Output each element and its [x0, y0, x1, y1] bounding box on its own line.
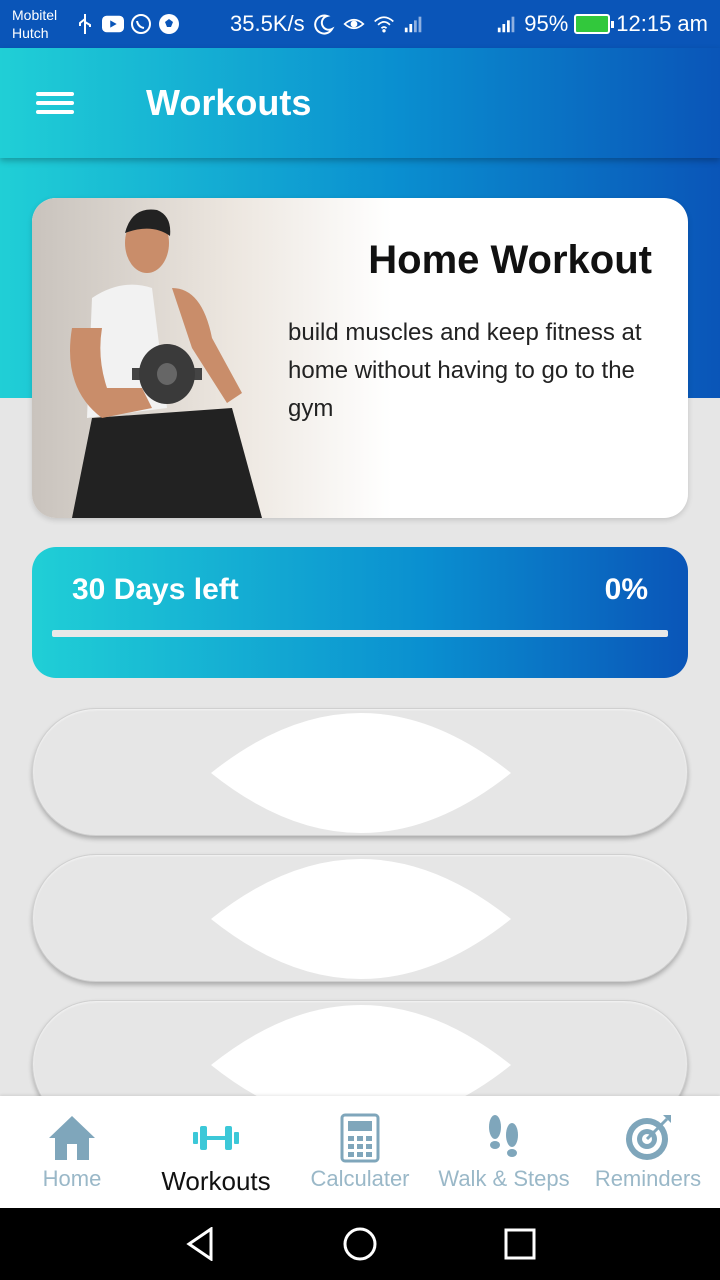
- battery-icon: [574, 14, 615, 34]
- nav-calculator-label: Calculater: [310, 1166, 410, 1191]
- carrier-1: Mobitel: [12, 7, 58, 23]
- youtube-icon: [102, 13, 124, 35]
- workout-placeholder-shape: [211, 713, 511, 833]
- promo-title: Home Workout: [368, 238, 652, 282]
- calculator-icon: [340, 1110, 380, 1166]
- nav-home[interactable]: Home: [0, 1096, 144, 1208]
- app-bar: Workouts: [0, 48, 720, 158]
- nav-walk-steps[interactable]: Walk & Steps: [432, 1096, 576, 1208]
- net-speed: 35.5K/s: [230, 11, 305, 36]
- battery-percent: 95%: [524, 11, 569, 36]
- status-bar: Mobitel Hutch 35.5K/s 95% 12:15 am: [0, 0, 720, 48]
- carrier-2: Hutch: [12, 25, 49, 41]
- footsteps-icon: [484, 1110, 524, 1166]
- home-icon: [47, 1110, 97, 1166]
- wifi-icon: [373, 13, 395, 35]
- workout-item-1[interactable]: [32, 708, 688, 836]
- nav-reminders[interactable]: Reminders: [576, 1096, 720, 1208]
- progress-bar: [52, 630, 668, 637]
- days-left-label: 30 Days left: [72, 573, 239, 606]
- workout-item-2[interactable]: [32, 854, 688, 982]
- usb-icon: [74, 13, 96, 35]
- carrier-names: Mobitel Hutch: [12, 6, 68, 42]
- progress-percent: 0%: [604, 573, 648, 606]
- promo-description: build muscles and keep fitness at home w…: [288, 319, 642, 422]
- workout-placeholder-shape: [211, 859, 511, 979]
- nav-workouts[interactable]: Workouts: [144, 1096, 288, 1208]
- nav-calculator[interactable]: Calculater: [288, 1096, 432, 1208]
- system-navigation-bar: [0, 1208, 720, 1280]
- home-circle-icon[interactable]: [280, 1208, 440, 1280]
- recents-icon[interactable]: [440, 1208, 600, 1280]
- moon-icon: [313, 13, 335, 35]
- signal-icon-2: [496, 13, 518, 35]
- football-icon: [158, 13, 180, 35]
- nav-walk-steps-label: Walk & Steps: [438, 1166, 570, 1191]
- signal-icon-1: [403, 13, 425, 35]
- nav-home-label: Home: [42, 1166, 102, 1191]
- nav-reminders-label: Reminders: [594, 1166, 702, 1191]
- home-workout-card[interactable]: Home Workout build muscles and keep fitn…: [32, 198, 688, 518]
- back-icon[interactable]: [120, 1208, 280, 1280]
- clock: 12:15 am: [616, 11, 708, 36]
- eye-icon: [343, 13, 365, 35]
- whatsapp-icon: [130, 13, 152, 35]
- hamburger-menu-icon[interactable]: [36, 88, 76, 118]
- nav-workouts-label: Workouts: [161, 1166, 271, 1196]
- progress-card[interactable]: 30 Days left 0%: [32, 547, 688, 678]
- bottom-navigation: Home Workouts Calculater Walk & Steps Re…: [0, 1096, 720, 1208]
- target-icon: [623, 1110, 673, 1166]
- dumbbell-icon: [191, 1110, 241, 1166]
- page-title: Workouts: [146, 82, 312, 123]
